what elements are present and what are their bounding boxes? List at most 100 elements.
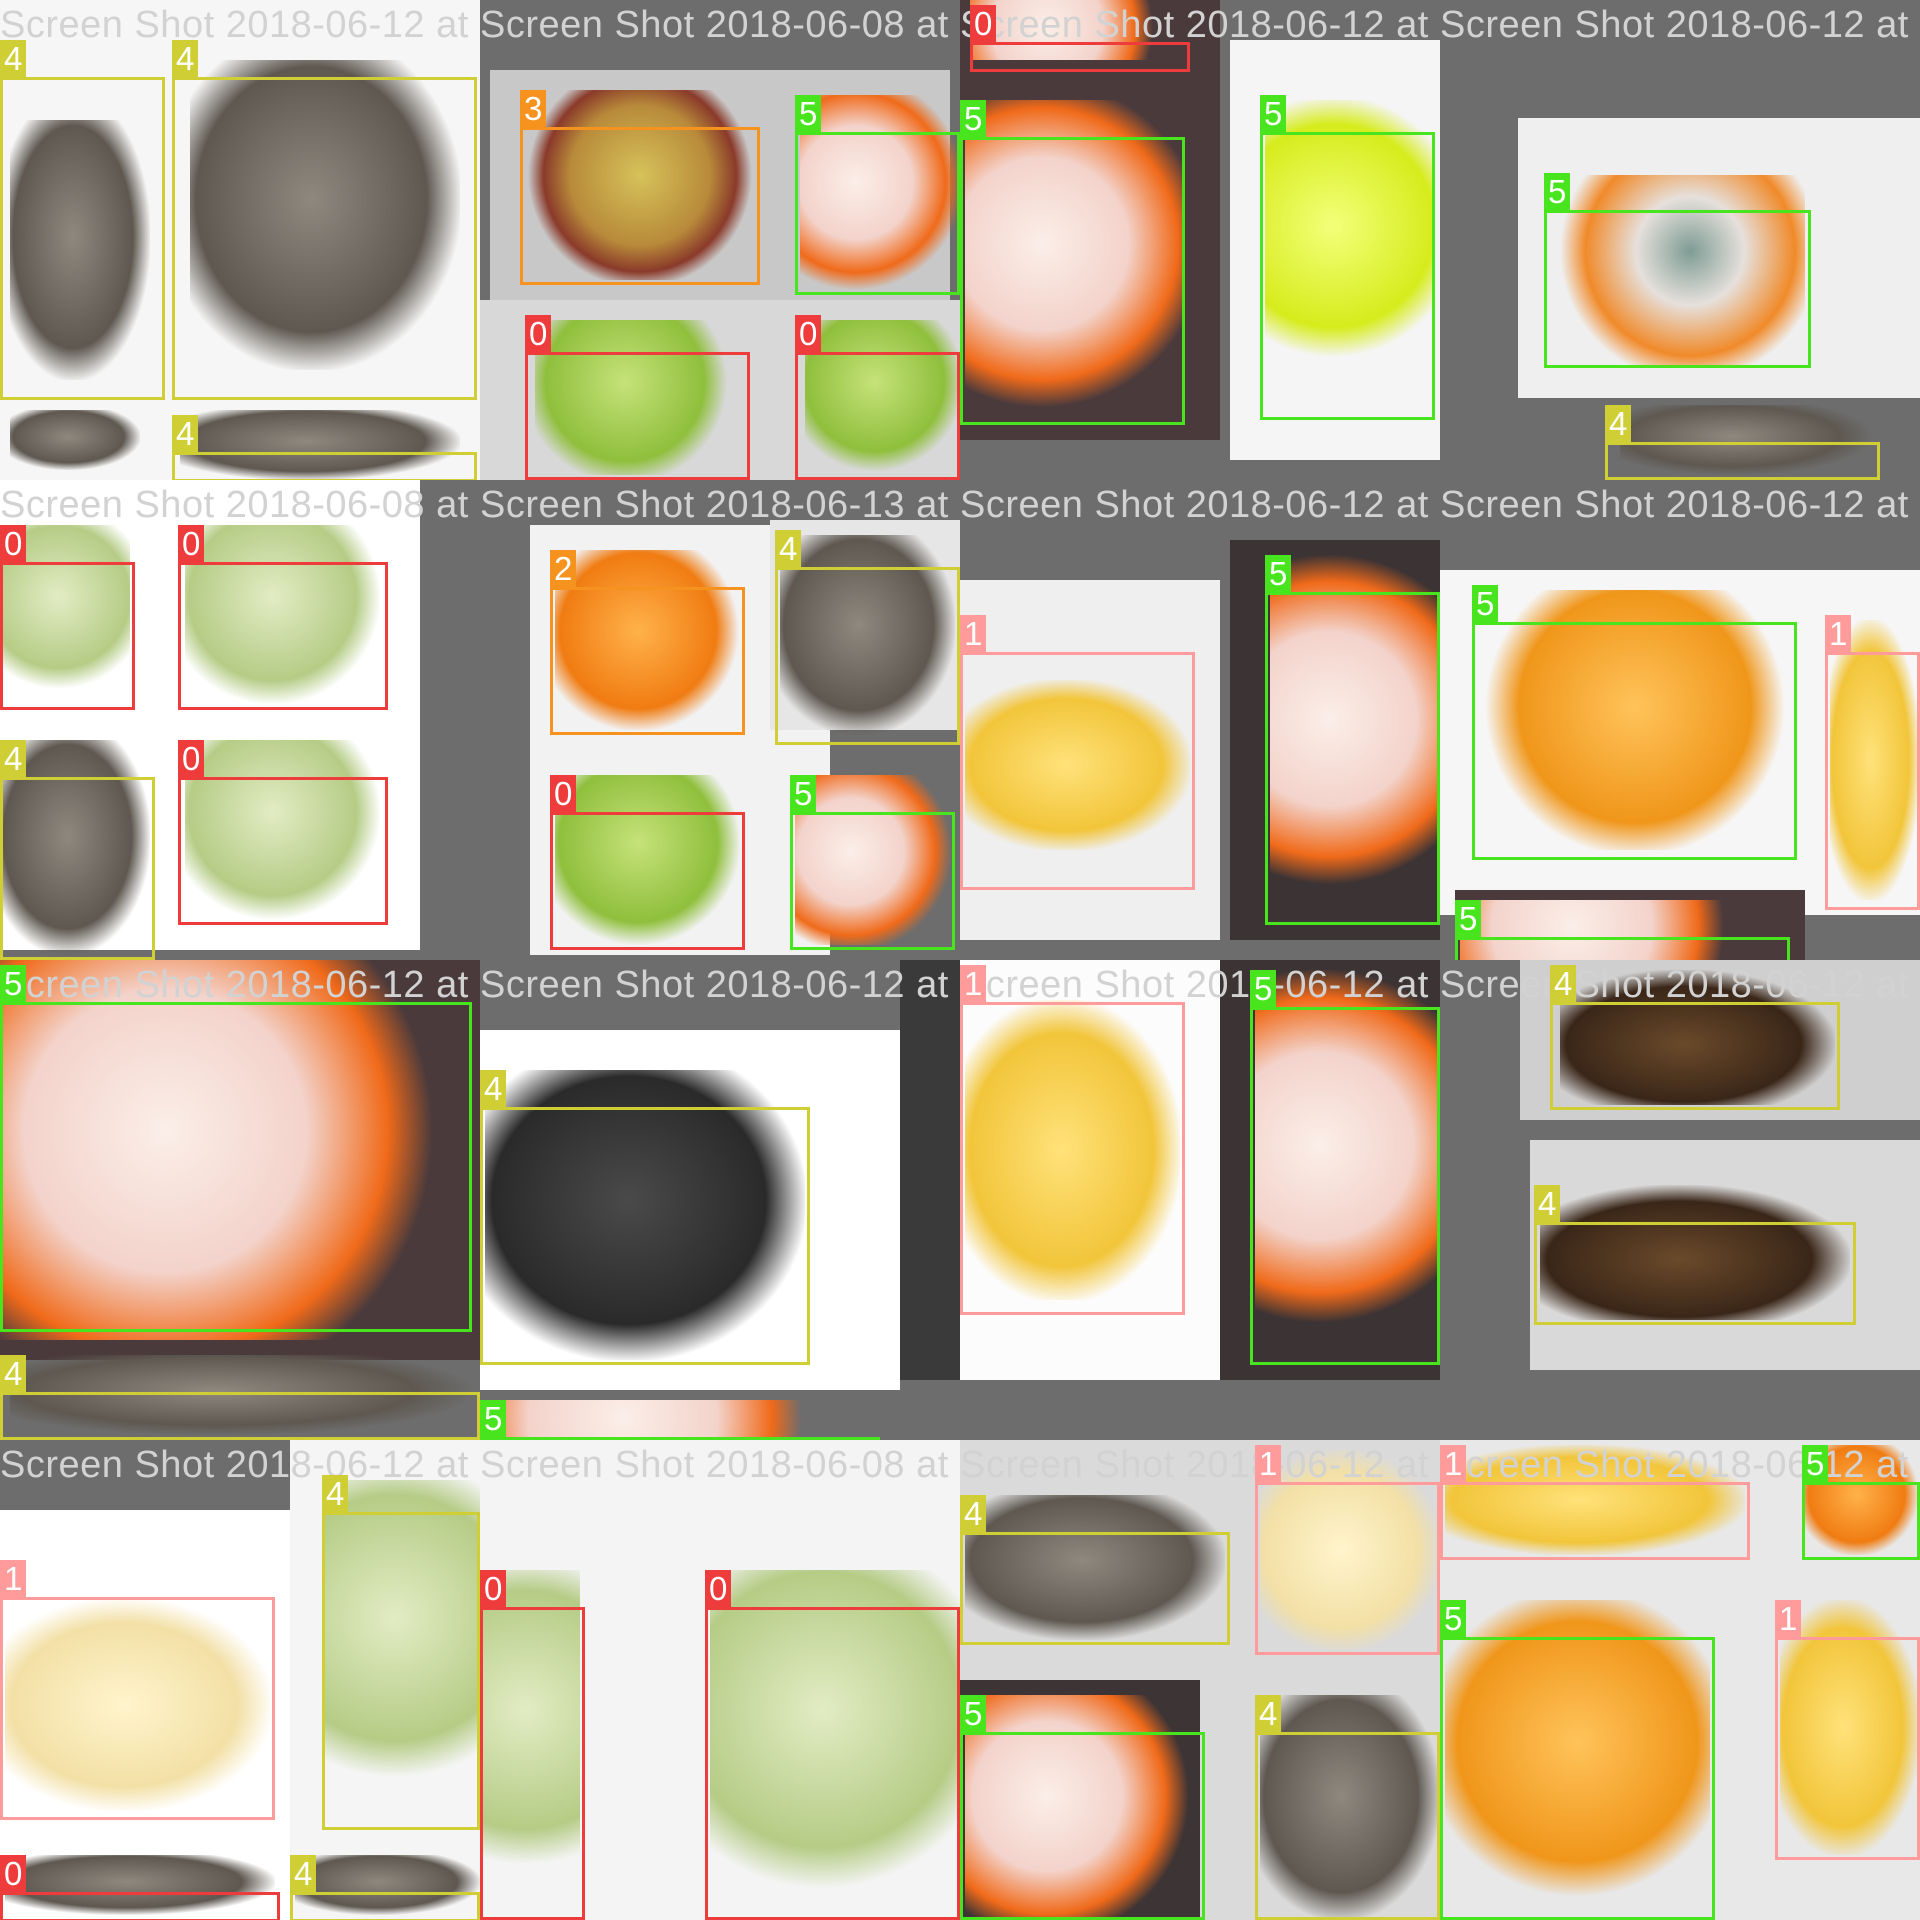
class-label-tag: 4 xyxy=(290,1855,317,1892)
detection-box: 2 xyxy=(550,550,745,735)
mosaic-tile: Screen Shot 2018-06-12 at 1 5 5 1 xyxy=(1440,1440,1920,1920)
class-label-tag: 5 xyxy=(480,1400,507,1437)
class-label-tag: 5 xyxy=(790,775,817,812)
detection-box: 4 xyxy=(1534,1185,1856,1325)
detection-box: 1 xyxy=(1775,1600,1920,1860)
mosaic-tile: Screen Shot 2018-06-12 at 11.31.52 PM.pn… xyxy=(0,960,480,1440)
detection-box: 0 xyxy=(705,1570,960,1920)
class-label-tag: 3 xyxy=(520,90,547,127)
tile-filename: Screen Shot 2018-06-08 at 2.44.44 PM.png xyxy=(480,1444,960,1486)
class-label-tag: 1 xyxy=(960,965,987,1002)
detection-box: 4 xyxy=(1550,965,1840,1110)
banana-dark-photo xyxy=(10,410,140,470)
class-label-tag: 5 xyxy=(1544,173,1571,210)
class-label-tag: 5 xyxy=(1440,1600,1467,1637)
detection-box: 3 xyxy=(520,90,760,285)
tile-filename: Screen Shot 2018-06-13 at 12.01.36 AM.pn… xyxy=(480,484,960,526)
mosaic-tile: Screen Shot 2018-06-08 at 2.47.09 PM.png… xyxy=(480,0,960,480)
detection-box: 1 xyxy=(1440,1445,1750,1560)
tile-filename: Screen Shot 2018-06-08 at 5.23.07 PM.png xyxy=(0,484,480,526)
photo-background xyxy=(900,960,960,1380)
detection-box: 0 xyxy=(970,5,1190,72)
detection-box: 4 xyxy=(172,415,477,480)
class-label-tag: 0 xyxy=(0,1855,27,1892)
class-label-tag: 4 xyxy=(0,740,27,777)
mosaic-tile: Screen Shot 2018-06-08 at 5.23.07 PM.png… xyxy=(0,480,480,960)
detection-box: 5 xyxy=(1472,585,1797,860)
class-label-tag: 4 xyxy=(322,1475,349,1512)
class-label-tag: 0 xyxy=(0,525,27,562)
detection-box: 0 xyxy=(550,775,745,950)
mosaic-tile: Screen Shot 2018-06-12 at 8.56.10 PM.png… xyxy=(480,960,960,1440)
detection-box: 5 xyxy=(0,965,472,1332)
mosaic-tile: Screen Shot 2018-06-08 at 2.44.44 PM.png… xyxy=(480,1440,960,1920)
class-label-tag: 4 xyxy=(1550,965,1577,1002)
detection-box: 1 xyxy=(1255,1445,1440,1655)
class-label-tag: 5 xyxy=(1472,585,1499,622)
detection-box: 1 xyxy=(1825,615,1920,910)
detection-box: 1 xyxy=(960,965,1185,1315)
class-label-tag: 1 xyxy=(960,615,987,652)
class-label-tag: 0 xyxy=(970,5,997,42)
detection-box: 4 xyxy=(172,40,477,400)
class-label-tag: 0 xyxy=(705,1570,732,1607)
class-label-tag: 5 xyxy=(1455,900,1482,937)
class-label-tag: 5 xyxy=(960,100,987,137)
detection-box: 4 xyxy=(1605,405,1880,480)
detection-box: 5 xyxy=(1455,900,1790,960)
class-label-tag: 4 xyxy=(172,40,199,77)
class-label-tag: 4 xyxy=(1605,405,1632,442)
mosaic-tile: Screen Shot 2018-06-12 at 4 4 xyxy=(1440,960,1920,1440)
class-label-tag: 1 xyxy=(1255,1445,1282,1482)
class-label-tag: 4 xyxy=(775,530,802,567)
tile-filename: Screen Shot 2018-06-12 at xyxy=(1440,484,1909,526)
mosaic-tile: Screen Shot 2018-06-12 at 9.43.59 PM.png… xyxy=(960,1440,1440,1920)
class-label-tag: 4 xyxy=(1534,1185,1561,1222)
detection-box: 5 xyxy=(1802,1445,1920,1560)
tile-filename: Screen Shot 2018-06-08 at 2.47.09 PM.png xyxy=(480,4,960,46)
detection-box: 5 xyxy=(1265,555,1440,925)
orange-mold-photo xyxy=(490,1400,870,1440)
detection-box: 4 xyxy=(480,1070,810,1365)
class-label-tag: 5 xyxy=(1802,1445,1829,1482)
detection-box: 0 xyxy=(525,315,750,480)
class-label-tag: 2 xyxy=(550,550,577,587)
class-label-tag: 0 xyxy=(480,1570,507,1607)
mosaic-canvas: Screen Shot 2018-06-12 at 9.23.24 PM.png… xyxy=(0,0,1920,1920)
detection-box: 5 xyxy=(1544,173,1811,368)
class-label-tag: 4 xyxy=(172,415,199,452)
detection-box: 0 xyxy=(480,1570,585,1920)
class-label-tag: 5 xyxy=(1265,555,1292,592)
class-label-tag: 5 xyxy=(1250,970,1277,1007)
tile-filename: Screen Shot 2018-06-12 at 9.23.24 PM.png xyxy=(0,4,480,46)
detection-box: 0 xyxy=(0,525,135,710)
class-label-tag: 1 xyxy=(1775,1600,1802,1637)
class-label-tag: 5 xyxy=(0,965,27,1002)
tile-filename: Screen Shot 2018-06-12 at 9.47.59 PM.png xyxy=(960,484,1440,526)
mosaic-tile: Screen Shot 2018-06-12 at 9.44.19 PM.png… xyxy=(0,1440,480,1920)
class-label-tag: 4 xyxy=(960,1495,987,1532)
detection-box: 4 xyxy=(0,1355,480,1440)
tile-filename: Screen Shot 2018-06-12 at 9.44.19 PM.png xyxy=(0,1444,480,1486)
detection-box: 4 xyxy=(290,1855,480,1920)
mosaic-tile: Screen Shot 2018-06-12 at 5 1 5 xyxy=(1440,480,1920,960)
detection-box: 0 xyxy=(178,525,388,710)
detection-box: 5 xyxy=(1260,95,1435,420)
detection-box: 4 xyxy=(1255,1695,1440,1920)
class-label-tag: 4 xyxy=(480,1070,507,1107)
detection-box: 0 xyxy=(0,1855,280,1920)
class-label-tag: 4 xyxy=(0,1355,27,1392)
class-label-tag: 0 xyxy=(795,315,822,352)
detection-box: 0 xyxy=(795,315,960,480)
detection-box: 1 xyxy=(960,615,1195,890)
mosaic-tile: Screen Shot 2018-06-12 at 11.42.03 PM.pn… xyxy=(960,0,1440,480)
class-label-tag: 1 xyxy=(1440,1445,1467,1482)
class-label-tag: 5 xyxy=(960,1695,987,1732)
mosaic-tile: Screen Shot 2018-06-12 at 5 4 xyxy=(1440,0,1920,480)
mosaic-tile: Screen Shot 2018-06-12 at 9.23.24 PM.png… xyxy=(0,0,480,480)
detection-box: 4 xyxy=(960,1495,1230,1645)
class-label-tag: 1 xyxy=(1825,615,1852,652)
detection-box: 5 xyxy=(1250,970,1440,1365)
class-label-tag: 0 xyxy=(550,775,577,812)
detection-box: 5 xyxy=(960,1695,1205,1920)
